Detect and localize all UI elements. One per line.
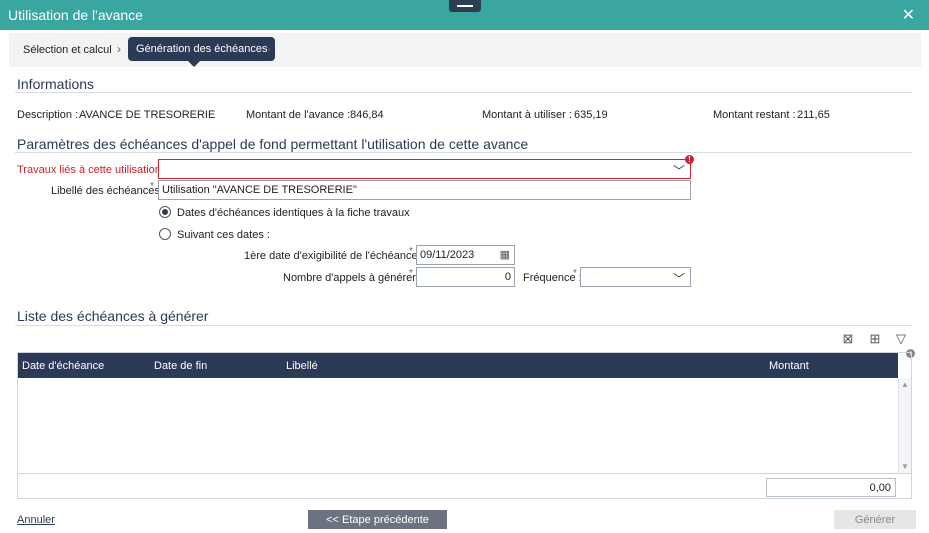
montant-avance-label: Montant de l'avance : (246, 109, 351, 121)
radio-suivant-dates[interactable] (159, 228, 171, 240)
etape-precedente-button[interactable]: << Etape précédente (308, 510, 447, 529)
column-header-montant[interactable]: Montant (769, 360, 809, 372)
divider (15, 325, 912, 326)
required-marker: * (409, 246, 413, 257)
window-title: Utilisation de l'avance (8, 7, 143, 23)
date-exigibilite-input[interactable]: 09/11/2023 ▦ (416, 245, 515, 265)
column-header-date-echeance[interactable]: Date d'échéance (22, 360, 104, 372)
echeances-table: Date d'échéance Date de fin Libellé Mont… (17, 352, 912, 499)
date-exigibilite-value: 09/11/2023 (420, 249, 475, 261)
wizard-stepper: Sélection et calcul › Génération des éch… (9, 33, 921, 67)
required-marker: * (409, 268, 413, 279)
step-selection-calcul[interactable]: Sélection et calcul (23, 44, 112, 56)
description-label: Description : (17, 109, 79, 121)
filter-icon[interactable]: ▽ (893, 331, 909, 347)
montant-restant-value: 211,65 (797, 109, 830, 121)
required-marker: * (150, 181, 154, 192)
nb-appels-input[interactable]: 0 (416, 267, 515, 287)
montant-utiliser-value: 635,19 (574, 109, 608, 121)
libelle-input[interactable]: Utilisation "AVANCE DE TRESORERIE" (158, 180, 691, 200)
generer-button[interactable]: Générer (834, 510, 916, 529)
section-title-informations: Informations (17, 76, 95, 92)
description-value: AVANCE DE TRESORERIE (79, 109, 216, 121)
radio-dates-identiques-label[interactable]: Dates d'échéances identiques à la fiche … (177, 207, 410, 219)
column-header-date-fin[interactable]: Date de fin (154, 360, 207, 372)
table-body (18, 378, 898, 473)
column-header-libelle[interactable]: Libellé (286, 360, 318, 372)
annuler-link[interactable]: Annuler (17, 514, 55, 526)
nb-appels-label: Nombre d'appels à générer : (283, 272, 423, 284)
total-montant-value: 0,00 (869, 482, 891, 494)
montant-restant-label: Montant restant : (713, 109, 796, 121)
radio-suivant-dates-label[interactable]: Suivant ces dates : (177, 229, 270, 241)
title-bar: Utilisation de l'avance ✕ (0, 0, 929, 30)
travaux-dropdown[interactable]: ﹀ ! (158, 155, 694, 179)
total-montant: 0,00 (766, 478, 896, 497)
table-footer: 0,00 (18, 473, 911, 498)
error-icon: ! (685, 155, 694, 164)
montant-avance-value: 846,84 (350, 109, 384, 121)
frequence-dropdown[interactable]: ﹀ (580, 267, 691, 287)
montant-utiliser-label: Montant à utiliser : (482, 109, 572, 121)
travaux-label: Travaux liés à cette utilisation : (17, 164, 167, 176)
chevron-down-icon: ﹀ (672, 272, 685, 286)
add-icon[interactable]: ⊞ (867, 331, 883, 347)
section-title-parametres: Paramètres des échéances d'appel de fond… (17, 136, 529, 152)
required-marker: * (573, 268, 577, 279)
active-step-pointer (188, 61, 200, 67)
libelle-value: Utilisation "AVANCE DE TRESORERIE" (162, 184, 357, 196)
nb-appels-value: 0 (504, 271, 511, 283)
excel-export-icon[interactable]: ⊠ (840, 331, 856, 347)
divider (15, 152, 912, 153)
close-icon[interactable]: ✕ (902, 5, 915, 25)
table-header: Date d'échéance Date de fin Libellé Mont… (18, 353, 898, 378)
radio-dates-identiques[interactable] (159, 206, 171, 218)
chevron-down-icon: ﹀ (672, 164, 685, 178)
section-title-liste: Liste des échéances à générer (17, 308, 209, 324)
calendar-icon[interactable]: ▦ (500, 248, 510, 261)
chevron-right-icon: › (267, 42, 271, 56)
drag-handle[interactable] (449, 0, 481, 12)
scroll-up-icon[interactable]: ▲ (901, 380, 909, 389)
libelle-label: Libellé des échéances : (51, 185, 166, 197)
scroll-down-icon[interactable]: ▼ (901, 462, 909, 471)
date-exigibilite-label: 1ère date d'exigibilité de l'échéance : (244, 250, 424, 262)
step-generation-echeances[interactable]: Génération des échéances (128, 37, 276, 61)
vertical-scrollbar[interactable]: ▲ ▼ (898, 378, 911, 473)
chevron-right-icon: › (117, 42, 121, 56)
divider (15, 92, 912, 93)
